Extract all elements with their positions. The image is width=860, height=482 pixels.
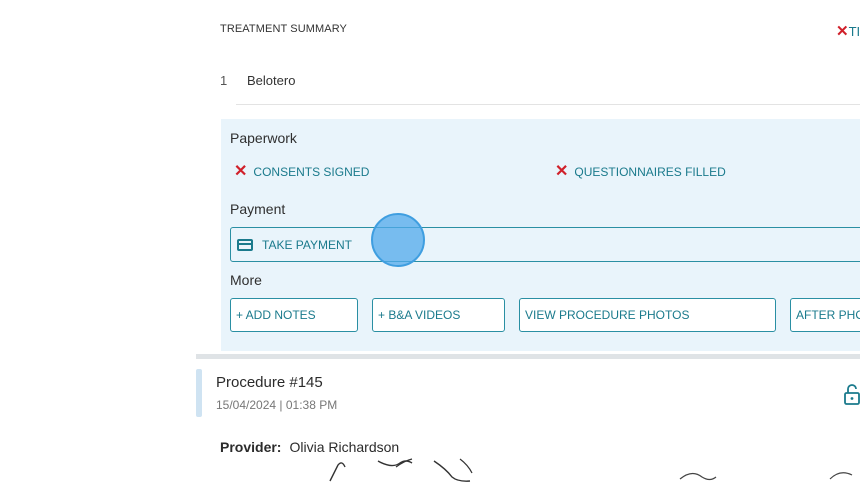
take-payment-button[interactable]: TAKE PAYMENT <box>230 227 860 262</box>
treatment-item-name: Belotero <box>247 73 296 88</box>
top-right-status[interactable]: ✕TI <box>836 22 860 40</box>
add-notes-button[interactable]: + ADD NOTES <box>230 298 358 332</box>
more-heading: More <box>230 272 262 288</box>
close-icon: ✕ <box>836 23 849 40</box>
treatment-divider <box>236 104 860 105</box>
provider-label: Provider: <box>220 439 282 455</box>
provider-name: Olivia Richardson <box>289 439 400 455</box>
top-right-status-label: TI <box>848 24 860 39</box>
credit-card-icon <box>237 238 253 251</box>
section-separator <box>196 354 860 359</box>
lock-icon[interactable] <box>844 383 860 405</box>
provider-line: Provider: Olivia Richardson <box>220 439 399 455</box>
procedure-accent-bar <box>196 369 202 417</box>
ba-videos-button[interactable]: + B&A VIDEOS <box>372 298 505 332</box>
questionnaires-filled-link[interactable]: ✕ QUESTIONNAIRES FILLED <box>555 164 726 180</box>
consents-signed-link[interactable]: ✕ CONSENTS SIGNED <box>234 164 369 180</box>
close-icon: ✕ <box>234 163 248 180</box>
take-payment-label: TAKE PAYMENT <box>262 237 353 252</box>
payment-heading: Payment <box>230 201 286 217</box>
procedure-title: Procedure #145 <box>216 374 323 391</box>
close-icon: ✕ <box>555 163 569 180</box>
procedure-datetime: 15/04/2024 | 01:38 PM <box>216 398 338 412</box>
treatment-item-number: 1 <box>220 73 228 88</box>
treatment-summary-title: TREATMENT SUMMARY <box>220 23 347 35</box>
consents-signed-label: CONSENTS SIGNED <box>253 165 370 179</box>
after-photos-button[interactable]: AFTER PHO <box>790 298 860 332</box>
view-procedure-photos-button[interactable]: VIEW PROCEDURE PHOTOS <box>519 298 776 332</box>
questionnaires-filled-label: QUESTIONNAIRES FILLED <box>574 165 726 179</box>
paperwork-heading: Paperwork <box>230 130 297 146</box>
signature-image <box>329 458 853 482</box>
click-indicator <box>371 213 425 267</box>
